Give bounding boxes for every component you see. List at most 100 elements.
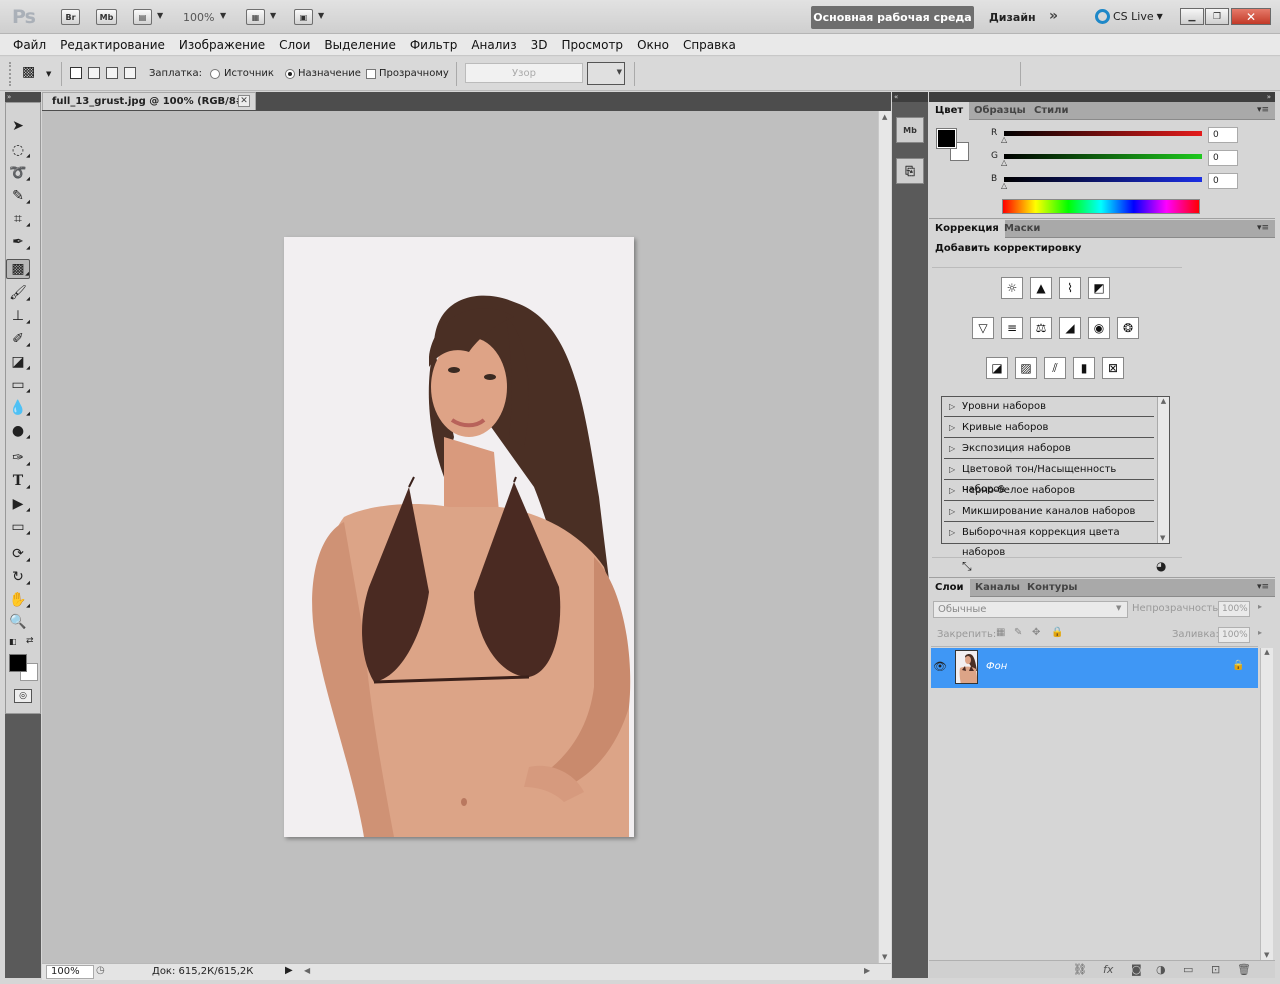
type-tool[interactable]: T ◢	[6, 471, 30, 491]
scroll-up-icon[interactable]: ▲	[1264, 648, 1269, 656]
patch-tool-preset-icon[interactable]: ▩	[22, 64, 35, 80]
panel-menu-icon[interactable]: ▾≡	[1257, 105, 1269, 115]
chevron-down-icon[interactable]: ▼	[1116, 604, 1121, 612]
new-selection-mode-icon[interactable]	[70, 67, 82, 79]
green-slider-thumb[interactable]: △	[1001, 158, 1007, 167]
lasso-tool[interactable]: ➰ ◢	[6, 163, 30, 183]
cs-live-menu[interactable]: CS Live ▼	[1095, 9, 1163, 24]
red-value-input[interactable]: 0	[1208, 127, 1238, 143]
menu-3d[interactable]: 3D	[531, 38, 548, 52]
list-item[interactable]: ▷ Цветовой тон/Насыщенность наборов	[944, 460, 1154, 495]
clip-to-layer-icon[interactable]: ◕	[1156, 559, 1166, 573]
menu-window[interactable]: Окно	[637, 38, 669, 52]
history-panel-button[interactable]: ⎘	[896, 158, 924, 184]
new-group-icon[interactable]: ▭	[1183, 963, 1193, 976]
patch-tool[interactable]: ▩ ◢	[6, 259, 30, 279]
vertical-scrollbar[interactable]: ▲ ▼	[878, 111, 891, 963]
scroll-up-icon[interactable]: ▲	[882, 113, 887, 121]
mini-dock-header[interactable]: «	[892, 92, 928, 102]
clone-stamp-tool[interactable]: ⊥ ◢	[6, 306, 30, 326]
source-radio[interactable]	[210, 69, 220, 79]
menu-analysis[interactable]: Анализ	[471, 38, 516, 52]
arrange-documents-button[interactable]: ▦	[246, 9, 265, 25]
transparent-checkbox[interactable]	[366, 69, 376, 79]
menu-select[interactable]: Выделение	[324, 38, 395, 52]
foreground-color-swatch-top[interactable]	[9, 654, 27, 672]
tab-masks[interactable]: Маски	[998, 220, 1046, 238]
swap-colors-icon[interactable]: ⇄	[26, 636, 34, 646]
dock-header[interactable]: »	[929, 92, 1275, 102]
new-layer-icon[interactable]: ⊡	[1211, 963, 1220, 976]
layer-effects-icon[interactable]: fx	[1103, 963, 1113, 976]
exposure-button[interactable]: ◩	[1088, 277, 1110, 299]
fill-slider-arrow[interactable]: ▸	[1258, 628, 1262, 637]
chevron-down-icon[interactable]: ▼	[220, 11, 226, 20]
scroll-left-icon[interactable]: ◀	[304, 966, 310, 975]
fill-input[interactable]: 100%	[1218, 627, 1250, 643]
lock-transparency-icon[interactable]: ▦	[996, 627, 1005, 638]
tab-swatches[interactable]: Образцы	[968, 102, 1032, 120]
layer-row-background[interactable]	[931, 648, 1258, 688]
red-slider[interactable]	[1004, 131, 1202, 136]
adjustment-layer-icon[interactable]: ◑	[1156, 963, 1166, 976]
chevron-down-icon[interactable]: ▼	[270, 11, 276, 20]
chevron-down-icon[interactable]: ▼	[46, 70, 51, 78]
scroll-down-icon[interactable]: ▼	[1160, 534, 1165, 542]
posterize-button[interactable]: ▨	[1015, 357, 1037, 379]
workspace-design-button[interactable]: Дизайн	[989, 11, 1036, 24]
path-selection-tool[interactable]: ▶ ◢	[6, 494, 30, 514]
menu-filter[interactable]: Фильтр	[410, 38, 457, 52]
lock-all-icon[interactable]: 🔒	[1051, 627, 1063, 638]
menu-file[interactable]: Файл	[13, 38, 46, 52]
eyedropper-tool[interactable]: ✒ ◢	[6, 232, 30, 252]
history-brush-tool[interactable]: ✐ ◢	[6, 329, 30, 349]
green-slider[interactable]	[1004, 154, 1202, 159]
selective-color-button[interactable]: ⊠	[1102, 357, 1124, 379]
workspace-more-button[interactable]: »	[1049, 8, 1058, 24]
3d-rotate-tool[interactable]: ⟳ ◢	[6, 544, 30, 564]
gradient-tool[interactable]: ▭ ◢	[6, 375, 30, 395]
opacity-slider-arrow[interactable]: ▸	[1258, 602, 1262, 611]
blue-slider-thumb[interactable]: △	[1001, 181, 1007, 190]
document-image[interactable]	[284, 237, 634, 837]
red-slider-thumb[interactable]: △	[1001, 135, 1007, 144]
use-pattern-button[interactable]: Узор	[465, 63, 583, 83]
add-mask-icon[interactable]: ◙	[1131, 963, 1142, 976]
tab-adjustments[interactable]: Коррекция	[929, 220, 1005, 238]
close-window-button[interactable]: ✕	[1231, 8, 1271, 25]
color-spectrum-bar[interactable]	[1002, 199, 1200, 214]
restore-button[interactable]: ❐	[1205, 8, 1229, 25]
zoom-tool[interactable]: 🔍	[6, 612, 30, 632]
eye-icon[interactable]: 👁	[933, 660, 947, 673]
status-menu-arrow[interactable]: ▶	[285, 965, 293, 976]
document-tab[interactable]: full_13_grust.jpg @ 100% (RGB/8#)	[42, 92, 256, 110]
zoom-field[interactable]: 100%	[46, 965, 94, 979]
tab-color[interactable]: Цвет	[929, 102, 970, 120]
blend-mode-select[interactable]: Обычные	[933, 601, 1128, 618]
levels-button[interactable]: ▲	[1030, 277, 1052, 299]
menu-edit[interactable]: Редактирование	[60, 38, 165, 52]
intersect-selection-mode-icon[interactable]	[124, 67, 136, 79]
color-balance-button[interactable]: ⚖	[1030, 317, 1052, 339]
brightness-contrast-button[interactable]: ☼	[1001, 277, 1023, 299]
close-tab-button[interactable]: ✕	[238, 95, 250, 107]
layer-name[interactable]: Фон	[986, 661, 1007, 672]
subtract-selection-mode-icon[interactable]	[106, 67, 118, 79]
pattern-picker[interactable]: ▼	[587, 62, 625, 85]
hand-tool[interactable]: ✋ ◢	[6, 590, 30, 610]
list-item[interactable]: ▷ Черно-белое наборов	[944, 481, 1154, 501]
blue-value-input[interactable]: 0	[1208, 173, 1238, 189]
minimize-button[interactable]: ▁	[1180, 8, 1204, 25]
opacity-input[interactable]: 100%	[1218, 601, 1250, 617]
marquee-tool[interactable]: ◌ ◢	[6, 140, 30, 160]
green-value-input[interactable]: 0	[1208, 150, 1238, 166]
shape-tool[interactable]: ▭ ◢	[6, 517, 30, 537]
scroll-down-icon[interactable]: ▼	[882, 953, 887, 961]
brush-tool[interactable]: 🖌 ◢	[6, 283, 30, 303]
color-panel-foreground-swatch[interactable]	[936, 128, 957, 149]
scroll-down-icon[interactable]: ▼	[1264, 951, 1269, 959]
eraser-tool[interactable]: ◪ ◢	[6, 352, 30, 372]
black-white-button[interactable]: ◢	[1059, 317, 1081, 339]
move-tool[interactable]: ➤	[6, 116, 30, 136]
trash-icon[interactable]: 🗑	[1237, 963, 1251, 976]
